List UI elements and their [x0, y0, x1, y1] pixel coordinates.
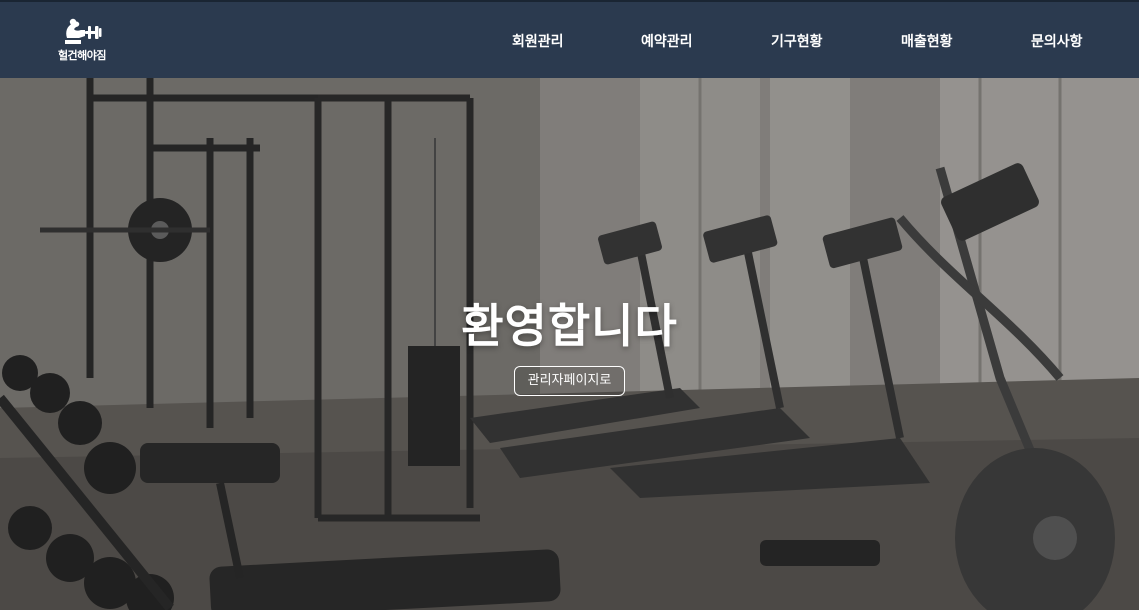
nav-reservation-management[interactable]: 예약관리 — [641, 31, 693, 51]
top-header: 헐건해야짐 회원관리 예약관리 기구현황 매출현황 문의사항 — [0, 0, 1139, 78]
hero-section: 환영합니다 관리자페이지로 — [0, 78, 1139, 610]
logo-text: 헐건해야짐 — [57, 49, 107, 62]
nav-sales-status[interactable]: 매출현황 — [901, 31, 953, 51]
page: 헐건해야짐 회원관리 예약관리 기구현황 매출현황 문의사항 환영합니다 관리자… — [0, 0, 1139, 610]
nav-inquiries[interactable]: 문의사항 — [1031, 31, 1083, 51]
logo[interactable]: 헐건해야짐 — [52, 16, 112, 68]
nav-member-management[interactable]: 회원관리 — [512, 31, 564, 51]
flexing-arm-dumbbell-icon — [65, 18, 102, 44]
admin-page-button[interactable]: 관리자페이지로 — [514, 366, 625, 396]
nav-equipment-status[interactable]: 기구현황 — [771, 31, 823, 51]
hero-title: 환영합니다 — [461, 299, 678, 353]
